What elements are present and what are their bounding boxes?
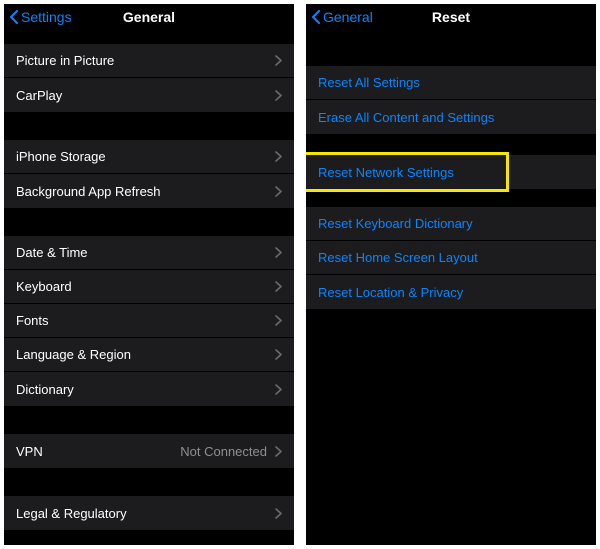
- row-label: Background App Refresh: [16, 184, 275, 199]
- group-locale: Date & Time Keyboard Fonts Language & Re…: [4, 236, 294, 406]
- row-fonts[interactable]: Fonts: [4, 304, 294, 338]
- chevron-right-icon: [275, 55, 282, 66]
- nav-bar: Settings General: [4, 4, 294, 30]
- row-iphone-storage[interactable]: iPhone Storage: [4, 140, 294, 174]
- nav-bar: General Reset: [306, 4, 596, 30]
- chevron-right-icon: [275, 508, 282, 519]
- row-reset-location-privacy[interactable]: Reset Location & Privacy: [306, 275, 596, 309]
- general-settings-screen: Settings General Picture in Picture CarP…: [4, 4, 294, 545]
- back-label: General: [323, 9, 373, 25]
- row-picture-in-picture[interactable]: Picture in Picture: [4, 44, 294, 78]
- chevron-right-icon: [275, 186, 282, 197]
- group-reset-top: Reset All Settings Erase All Content and…: [306, 66, 596, 134]
- group-reset-other: Reset Keyboard Dictionary Reset Home Scr…: [306, 207, 596, 309]
- row-reset-home-screen[interactable]: Reset Home Screen Layout: [306, 241, 596, 275]
- row-label: VPN: [16, 444, 180, 459]
- group-storage: iPhone Storage Background App Refresh: [4, 140, 294, 208]
- group-legal: Legal & Regulatory: [4, 496, 294, 530]
- row-label: Keyboard: [16, 279, 275, 294]
- reset-screen: General Reset Reset All Settings Erase A…: [306, 4, 596, 545]
- row-date-time[interactable]: Date & Time: [4, 236, 294, 270]
- row-label: Picture in Picture: [16, 53, 275, 68]
- row-label: iPhone Storage: [16, 149, 275, 164]
- chevron-right-icon: [275, 384, 282, 395]
- page-title: Reset: [432, 9, 470, 25]
- group-media: Picture in Picture CarPlay: [4, 44, 294, 112]
- row-value: Not Connected: [180, 444, 267, 459]
- row-reset-all-settings[interactable]: Reset All Settings: [306, 66, 596, 100]
- row-dictionary[interactable]: Dictionary: [4, 372, 294, 406]
- row-label: Fonts: [16, 313, 275, 328]
- row-legal-regulatory[interactable]: Legal & Regulatory: [4, 496, 294, 530]
- row-reset-keyboard-dictionary[interactable]: Reset Keyboard Dictionary: [306, 207, 596, 241]
- page-title: General: [123, 9, 175, 25]
- row-label: Date & Time: [16, 245, 275, 260]
- chevron-right-icon: [275, 349, 282, 360]
- back-button[interactable]: Settings: [10, 9, 72, 25]
- group-vpn: VPN Not Connected: [4, 434, 294, 468]
- chevron-left-icon: [312, 10, 320, 24]
- highlight-reset-network: Reset Network Settings: [306, 152, 509, 192]
- chevron-right-icon: [275, 151, 282, 162]
- row-label: Legal & Regulatory: [16, 506, 275, 521]
- row-reset-network-settings[interactable]: Reset Network Settings: [306, 155, 506, 189]
- chevron-right-icon: [275, 315, 282, 326]
- row-label: Reset Keyboard Dictionary: [318, 216, 584, 231]
- chevron-right-icon: [275, 281, 282, 292]
- row-background-app-refresh[interactable]: Background App Refresh: [4, 174, 294, 208]
- chevron-left-icon: [10, 10, 18, 24]
- row-label: Dictionary: [16, 382, 275, 397]
- chevron-right-icon: [275, 446, 282, 457]
- row-erase-all-content[interactable]: Erase All Content and Settings: [306, 100, 596, 134]
- row-label: Reset Home Screen Layout: [318, 250, 584, 265]
- back-label: Settings: [21, 9, 72, 25]
- group-reset-network: Reset Network Settings: [306, 152, 596, 189]
- row-label: Reset All Settings: [318, 75, 584, 90]
- row-label: Reset Location & Privacy: [318, 285, 584, 300]
- row-label: Language & Region: [16, 347, 275, 362]
- row-label: Erase All Content and Settings: [318, 110, 584, 125]
- row-vpn[interactable]: VPN Not Connected: [4, 434, 294, 468]
- row-carplay[interactable]: CarPlay: [4, 78, 294, 112]
- back-button[interactable]: General: [312, 9, 373, 25]
- row-language-region[interactable]: Language & Region: [4, 338, 294, 372]
- chevron-right-icon: [275, 247, 282, 258]
- row-keyboard[interactable]: Keyboard: [4, 270, 294, 304]
- chevron-right-icon: [275, 90, 282, 101]
- row-label: CarPlay: [16, 88, 275, 103]
- row-label: Reset Network Settings: [318, 165, 494, 180]
